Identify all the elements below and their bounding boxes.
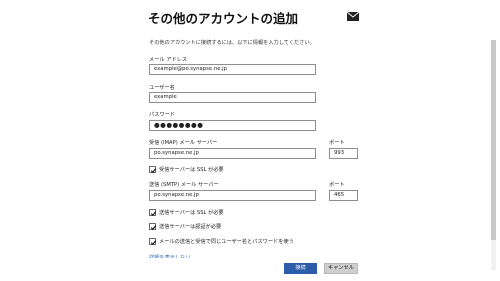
incoming-server-field[interactable]: po.synapse.ne.jp [149,148,316,159]
outgoing-auth-checkbox[interactable] [149,223,157,231]
incoming-ssl-label: 受信サーバーは SSL が必要 [159,167,224,173]
checkmark-icon [150,168,157,174]
outgoing-server-field[interactable]: po.synapse.ne.jp [149,190,316,201]
mail-icon [347,12,359,21]
outgoing-port-label: ポート [329,182,345,188]
cancel-button[interactable]: キャンセル [324,263,358,274]
checkmark-icon [150,211,157,217]
username-field[interactable]: example [149,92,316,103]
intro-text: その他のアカウントに接続するには、以下に情報を入力してください。 [149,40,315,46]
incoming-server-label: 受信 (IMAP) メール サーバー [149,140,218,146]
email-label: メール アドレス [149,57,187,63]
outgoing-port-field[interactable]: 465 [329,190,358,201]
incoming-port-field[interactable]: 993 [329,148,358,159]
checkmark-icon [150,225,157,231]
hide-details-link[interactable]: 詳細を表示しない [149,254,191,258]
outgoing-auth-label: 送信サーバーは認証が必要 [159,224,222,230]
page-title: その他のアカウントの追加 [148,11,299,26]
incoming-ssl-checkbox[interactable] [149,166,157,174]
checkmark-icon [150,240,157,246]
password-field[interactable]: ●●●●●●●● [149,120,316,131]
dialog-header: その他のアカウントの追加 [0,0,500,32]
password-label: パスワード [149,112,175,118]
same-credentials-label: メールの送信と受信で同じユーザー名とパスワードを使う [159,239,294,245]
same-credentials-checkbox[interactable] [149,238,157,246]
outgoing-ssl-checkbox[interactable] [149,209,157,217]
scrollbar-thumb[interactable] [491,40,496,240]
email-field[interactable]: example@po.synapse.ne.jp [149,64,316,75]
outgoing-ssl-label: 送信サーバーは SSL が必要 [159,210,224,216]
username-label: ユーザー名 [149,85,175,91]
incoming-port-label: ポート [329,140,345,146]
outgoing-server-label: 送信 (SMTP) メール サーバー [149,182,219,188]
connect-button[interactable]: 接続 [284,263,317,274]
